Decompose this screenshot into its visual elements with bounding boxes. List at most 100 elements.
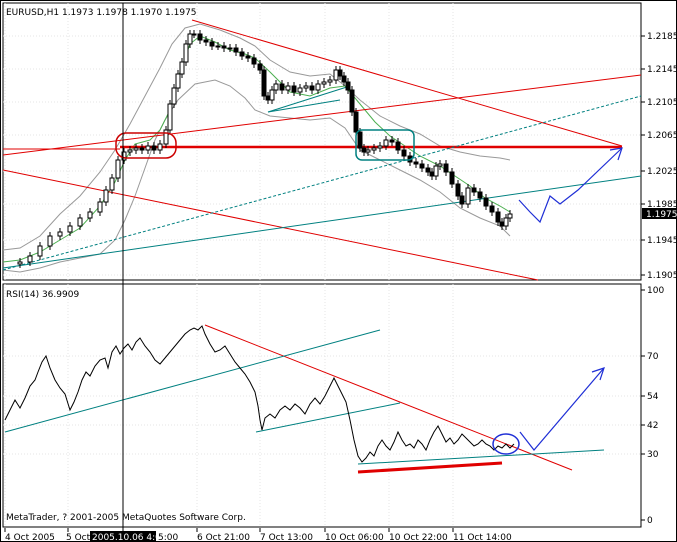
rsi-tick-label: 0	[647, 516, 653, 526]
candle-body	[265, 95, 271, 101]
candle-body	[251, 57, 257, 65]
candle-body	[285, 85, 291, 91]
cursor-time-suffix: 5:00	[158, 533, 178, 542]
candle-body	[321, 81, 327, 85]
candle-body	[191, 33, 197, 36]
candle-body	[483, 197, 489, 207]
rsi-panel[interactable]: RSI(14) 36.9909 100 70 54 42 30 0 MetaTrader,…	[2, 283, 664, 528]
candle-body	[279, 83, 285, 91]
candle-body	[465, 187, 471, 205]
main-panel-header: EURUSD,H1 1.1973 1.1978 1.1970 1.1975	[6, 8, 197, 18]
candle-body	[459, 195, 465, 205]
time-tick-label: 7 Oct 13:00	[260, 533, 313, 542]
candle-body	[261, 69, 267, 97]
candle-body	[337, 69, 343, 77]
price-tick-label: 1.1905	[647, 271, 677, 281]
price-tick-label: 1.2145	[647, 65, 677, 75]
candle-body	[371, 147, 377, 151]
time-tick-label: 11 Oct 14:00	[453, 533, 512, 542]
time-tick-label: 10 Oct 06:00	[325, 533, 384, 542]
candle-body	[273, 83, 279, 91]
candle-body	[163, 129, 169, 145]
rsi-tick-label: 30	[647, 450, 659, 460]
cursor-time-text: 2005.10.06 4:00	[92, 533, 167, 542]
candle-body	[233, 47, 239, 53]
candle-body	[345, 81, 351, 91]
candle-body	[357, 131, 363, 149]
candle-body	[17, 261, 23, 265]
current-price-label: 1.1975	[642, 208, 677, 220]
candle-body	[27, 255, 33, 263]
candle-body	[477, 191, 483, 199]
rsi-panel-header: RSI(14) 36.9909	[6, 290, 79, 300]
current-price-text: 1.1975	[646, 210, 677, 220]
candle-body	[315, 83, 321, 91]
candle-body	[221, 45, 227, 49]
candle-body	[57, 231, 63, 237]
candle-body	[449, 171, 455, 185]
cursor-time-label: 2005.10.06 4:00 5:00	[90, 531, 178, 542]
candle-body	[377, 145, 383, 149]
candle-body	[67, 225, 73, 233]
candle-body	[413, 161, 419, 165]
candle-body	[429, 171, 435, 177]
price-tick-label: 1.2105	[647, 98, 677, 108]
candle-body	[203, 39, 209, 43]
candle-body	[395, 141, 401, 151]
price-tick-label: 1.2025	[647, 167, 677, 177]
price-tick-label: 1.2185	[647, 32, 677, 42]
candle-body	[349, 89, 355, 113]
candle-body	[361, 147, 367, 153]
candle-body	[425, 167, 431, 173]
candle-body	[183, 43, 189, 63]
candle-body	[167, 103, 173, 131]
candle-body	[401, 149, 407, 157]
candle-body	[37, 245, 43, 257]
candle-body	[171, 87, 177, 105]
main-price-panel[interactable]: EURUSD,H1 1.1973 1.1978 1.1970 1.1975 1.…	[2, 2, 677, 281]
candle-body	[179, 61, 185, 75]
rsi-tick-label: 70	[647, 352, 659, 362]
candle-body	[139, 147, 145, 151]
candle-body	[433, 165, 439, 177]
candle-body	[333, 69, 339, 81]
candle-body	[239, 51, 245, 57]
candle-body	[97, 201, 103, 213]
candle-body	[291, 85, 297, 93]
price-tick-label: 1.2065	[647, 131, 677, 141]
candle-body	[245, 55, 251, 59]
candle-body	[499, 221, 505, 227]
candle-body	[455, 183, 461, 197]
rsi-tick-label: 42	[647, 421, 658, 431]
candle-body	[47, 235, 53, 247]
candle-body	[115, 159, 121, 179]
candle-body	[269, 89, 275, 101]
candle-body	[365, 149, 371, 153]
candle-body	[489, 205, 495, 213]
candle-body	[383, 139, 389, 147]
candle-body	[103, 189, 109, 203]
candle-body	[175, 73, 181, 89]
candle-body	[353, 111, 359, 133]
candle-body	[215, 45, 221, 48]
candle-body	[503, 217, 509, 227]
candle-body	[437, 163, 443, 167]
candle-body	[471, 187, 477, 193]
candle-body	[419, 163, 425, 169]
candle-body	[297, 87, 303, 93]
candle-body	[495, 211, 501, 223]
rsi-tick-label: 100	[647, 286, 664, 296]
candle-body	[507, 213, 513, 219]
candle-body	[389, 139, 395, 143]
candle-body	[187, 33, 193, 45]
candle-body	[443, 163, 449, 173]
candle-body	[197, 33, 203, 41]
rsi-tick-label: 54	[647, 392, 659, 402]
candle-body	[227, 47, 233, 50]
candle-body	[257, 63, 263, 71]
candle-body	[145, 145, 151, 151]
price-tick-label: 1.1945	[647, 236, 677, 246]
main-panel-border	[2, 2, 642, 281]
rsi-panel-border	[2, 283, 642, 528]
chart-canvas[interactable]: EURUSD,H1 1.1973 1.1978 1.1970 1.1975 1.…	[0, 0, 677, 542]
